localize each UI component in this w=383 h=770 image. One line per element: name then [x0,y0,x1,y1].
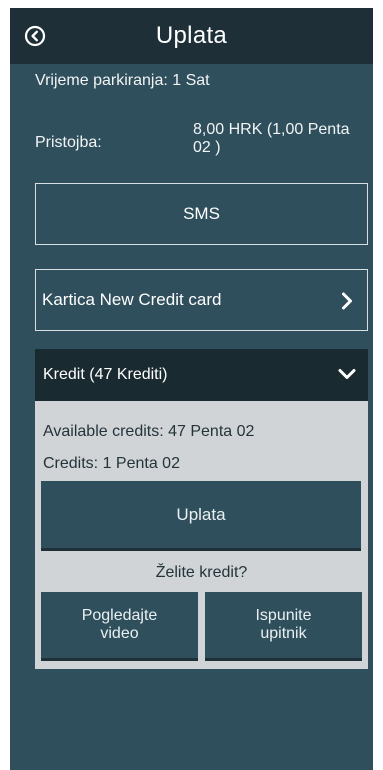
watch-video-button[interactable]: Pogledajte video [41,592,198,658]
credit-dropdown-label: Kredit (47 Krediti) [43,366,168,383]
chevron-right-icon [342,292,352,310]
chevron-down-icon [338,369,356,379]
fee-value: 8,00 HRK (1,00 Penta 02 ) [193,121,350,156]
circle-chevron-left-icon [24,25,46,47]
credit-panel: Available credits: 47 Penta 02 Credits: … [35,401,368,669]
payment-screen: Uplata Vrijeme parkiranja: 1 Sat Pristoj… [10,8,373,770]
fill-survey-button[interactable]: Ispunite upitnik [205,592,362,658]
top-bar: Uplata [10,8,373,64]
pay-with-credits-button[interactable]: Uplata [41,481,361,548]
credit-dropdown-header[interactable]: Kredit (47 Krediti) [35,349,368,401]
credit-card-label: Kartica New Credit card [42,290,222,309]
credits-cost-text: Credits: 1 Penta 02 [43,455,180,472]
fee-label: Pristojba: [35,134,102,151]
credit-card-button[interactable]: Kartica New Credit card [35,269,368,331]
sms-button-label: SMS [183,204,220,223]
page-title: Uplata [155,22,228,49]
want-credit-text: Želite kredit? [155,564,248,581]
sms-button[interactable]: SMS [35,183,368,245]
available-credits-text: Available credits: 47 Penta 02 [43,423,255,440]
back-button[interactable] [24,25,46,47]
parking-time-text: Vrijeme parkiranja: 1 Sat [35,72,210,89]
